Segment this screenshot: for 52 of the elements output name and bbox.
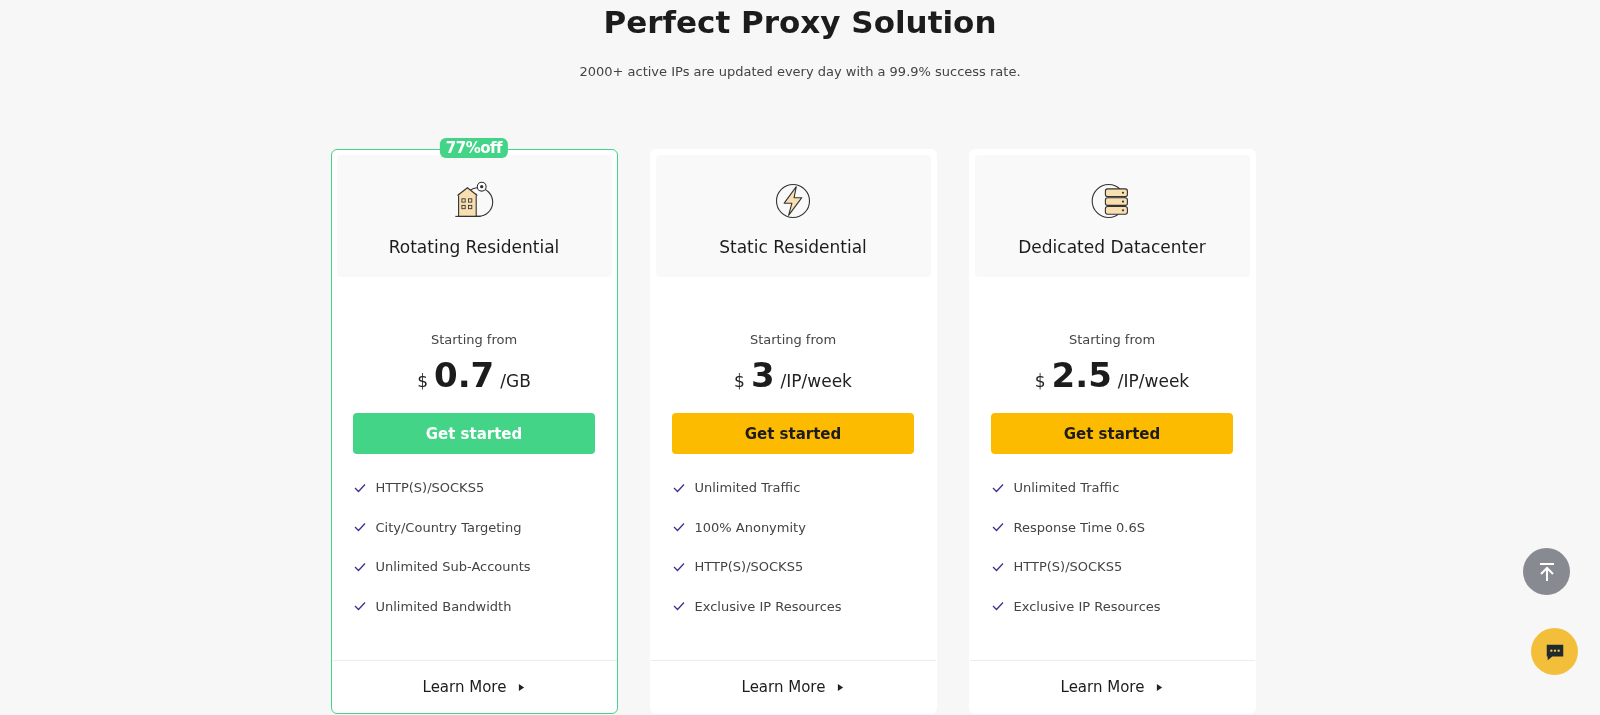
learn-more-link[interactable]: Learn More	[741, 678, 845, 696]
price-amount: 3	[750, 355, 775, 395]
starting-from-label: Starting from	[1068, 332, 1156, 347]
currency-symbol: $	[417, 371, 428, 391]
feature-text: Exclusive IP Resources	[694, 598, 842, 614]
check-icon	[353, 522, 366, 533]
starting-from-label: Starting from	[430, 332, 518, 347]
price-unit: /GB	[500, 371, 531, 391]
check-icon	[353, 561, 366, 572]
check-icon	[991, 561, 1004, 572]
play-triangle-icon	[837, 682, 845, 692]
feature-text: Unlimited Traffic	[694, 480, 801, 496]
price-unit: /IP/week	[780, 371, 852, 391]
feature-text: 100% Anonymity	[694, 519, 806, 535]
plan-name: Dedicated Datacenter	[1018, 237, 1206, 257]
feature-text: Response Time 0.6S	[1013, 519, 1145, 535]
learn-more-link[interactable]: Learn More	[1060, 678, 1164, 696]
feature-text: Unlimited Sub-Accounts	[375, 559, 531, 575]
plan-name: Rotating Residential	[388, 237, 560, 257]
chat-button[interactable]	[1531, 628, 1578, 675]
feature-text: Exclusive IP Resources	[1013, 598, 1161, 614]
price-amount: 0.7	[434, 355, 495, 395]
check-icon	[672, 601, 685, 612]
starting-from-label: Starting from	[749, 332, 837, 347]
check-icon	[672, 561, 685, 572]
play-triangle-icon	[518, 682, 526, 692]
check-icon	[672, 522, 685, 533]
feature-text: Unlimited Bandwidth	[375, 598, 512, 614]
discount-badge: 77%off	[439, 138, 509, 158]
feature-text: HTTP(S)/SOCKS5	[375, 480, 485, 496]
check-icon	[991, 601, 1004, 612]
section-subtitle: 2000+ active IPs are updated every day with a 99.9% success rate.	[579, 64, 1021, 79]
currency-symbol: $	[734, 371, 745, 391]
learn-more-link[interactable]: Learn More	[422, 678, 526, 696]
feature-text: City/Country Targeting	[375, 519, 522, 535]
feature-text: HTTP(S)/SOCKS5	[694, 559, 804, 575]
check-icon	[991, 522, 1004, 533]
check-icon	[991, 482, 1004, 493]
play-triangle-icon	[1156, 682, 1164, 692]
get-started-button[interactable]: Get started	[991, 413, 1233, 454]
price-amount: 2.5	[1051, 355, 1112, 395]
feature-text: Unlimited Traffic	[1013, 480, 1120, 496]
price-unit: /IP/week	[1117, 371, 1190, 391]
check-icon	[353, 482, 366, 493]
check-icon	[353, 601, 366, 612]
feature-text: HTTP(S)/SOCKS5	[1013, 559, 1123, 575]
currency-symbol: $	[1034, 371, 1046, 391]
section-title: Perfect Proxy Solution	[603, 4, 997, 40]
scroll-to-top-button[interactable]	[1523, 548, 1570, 595]
plan-name: Static Residential	[719, 237, 867, 257]
get-started-button[interactable]: Get started	[672, 413, 914, 454]
check-icon	[672, 482, 685, 493]
